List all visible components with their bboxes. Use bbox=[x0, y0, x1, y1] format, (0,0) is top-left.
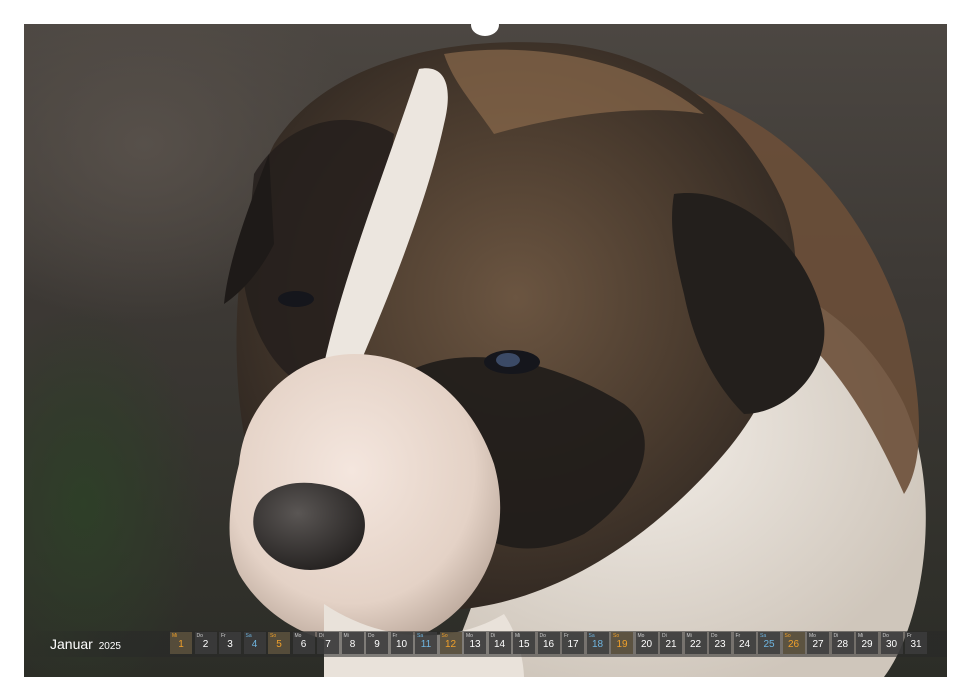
day-number: 4 bbox=[251, 639, 258, 650]
day-number: 10 bbox=[395, 639, 408, 650]
puppy-illustration bbox=[224, 42, 926, 677]
day-cell: Fr 17 bbox=[562, 632, 584, 654]
day-cell: Di 14 bbox=[488, 632, 511, 654]
day-number: 26 bbox=[787, 639, 800, 650]
day-cell: So 26 bbox=[782, 632, 805, 654]
day-cell: Do 23 bbox=[709, 632, 731, 654]
month-label: Januar 2025 bbox=[50, 636, 121, 655]
day-cell: Mi 22 bbox=[684, 632, 707, 654]
day-number: 30 bbox=[885, 639, 898, 650]
day-cell: Fr 31 bbox=[905, 632, 927, 654]
day-number: 8 bbox=[349, 639, 356, 650]
day-cell: Sa 4 bbox=[243, 632, 266, 654]
day-number: 16 bbox=[542, 639, 555, 650]
day-cell: Fr 10 bbox=[390, 632, 413, 654]
day-cell: Sa 11 bbox=[415, 632, 437, 654]
day-cell: Di 21 bbox=[660, 632, 682, 654]
day-number: 27 bbox=[812, 639, 824, 650]
day-number: 15 bbox=[518, 639, 530, 650]
puppy-photo bbox=[24, 24, 947, 677]
day-number: 31 bbox=[910, 639, 922, 650]
day-number: 24 bbox=[738, 639, 751, 650]
day-cell: Sa 25 bbox=[758, 632, 780, 654]
day-number: 7 bbox=[325, 639, 331, 650]
day-number: 2 bbox=[202, 639, 209, 650]
day-number: 11 bbox=[420, 639, 432, 650]
day-cell: Mo 6 bbox=[292, 632, 315, 654]
day-cell: So 12 bbox=[439, 632, 462, 654]
day-cell: Do 16 bbox=[537, 632, 560, 654]
day-number: 18 bbox=[591, 639, 604, 650]
month-name: Januar bbox=[50, 636, 93, 652]
day-number: 22 bbox=[689, 639, 702, 650]
day-number: 9 bbox=[374, 639, 380, 650]
day-cell: Sa 18 bbox=[586, 632, 609, 654]
day-cell: Fr 3 bbox=[219, 632, 241, 654]
day-cell: So 19 bbox=[611, 632, 633, 654]
day-number: 14 bbox=[493, 639, 506, 650]
day-number: 17 bbox=[567, 639, 579, 650]
day-cell: Fr 24 bbox=[733, 632, 756, 654]
day-cell: Mi 8 bbox=[341, 632, 364, 654]
day-cell: So 5 bbox=[268, 632, 290, 654]
day-number: 1 bbox=[178, 639, 184, 650]
day-cell: Mo 20 bbox=[635, 632, 658, 654]
day-cell: Di 28 bbox=[831, 632, 854, 654]
day-cell: Do 9 bbox=[366, 632, 388, 654]
day-number: 23 bbox=[714, 639, 726, 650]
year-label: 2025 bbox=[98, 641, 121, 652]
day-number: 19 bbox=[616, 639, 628, 650]
day-cell: Mi 15 bbox=[513, 632, 535, 654]
day-number: 5 bbox=[276, 639, 282, 650]
day-number: 6 bbox=[300, 639, 307, 650]
day-number: 28 bbox=[836, 639, 849, 650]
day-number: 25 bbox=[763, 639, 775, 650]
day-cell: Mi 1 bbox=[170, 632, 192, 654]
day-number: 3 bbox=[227, 639, 233, 650]
calendar-hanger-hole bbox=[471, 14, 499, 36]
day-number: 29 bbox=[861, 639, 873, 650]
day-cell: Mi 29 bbox=[856, 632, 878, 654]
day-cell: Mo 27 bbox=[807, 632, 829, 654]
day-number: 13 bbox=[469, 639, 481, 650]
day-cell: Di 7 bbox=[317, 632, 339, 654]
day-number: 12 bbox=[444, 639, 457, 650]
day-number: 21 bbox=[665, 639, 677, 650]
day-cell: Do 30 bbox=[880, 632, 903, 654]
day-cell: Mo 13 bbox=[464, 632, 486, 654]
day-cell: Do 2 bbox=[194, 632, 217, 654]
day-number: 20 bbox=[640, 639, 653, 650]
